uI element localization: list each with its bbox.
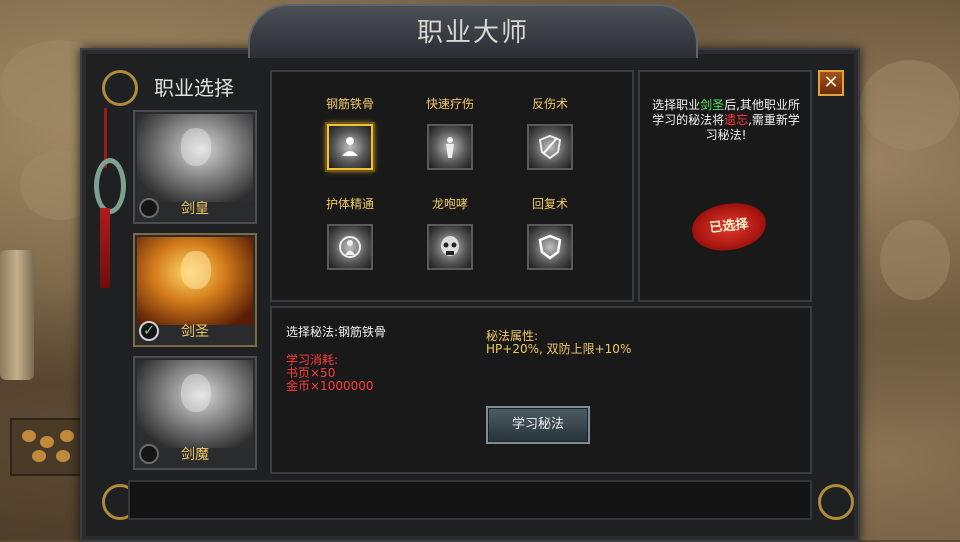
class-label: 剑圣 (181, 324, 209, 340)
skill-slot[interactable]: 钢筋铁骨 (300, 96, 400, 170)
skill-slot[interactable]: 快速疗伤 (400, 96, 500, 170)
close-button[interactable]: ✕ (818, 70, 844, 96)
hint-forget-word: 遗忘 (724, 113, 749, 127)
body-guard-icon[interactable] (327, 224, 373, 270)
class-card-jianmo[interactable]: 剑魔 (133, 356, 257, 470)
corner-ornament-bottom-right (818, 484, 854, 520)
class-portrait (137, 360, 253, 448)
healing-figure-icon[interactable] (427, 124, 473, 170)
class-change-hint: 选择职业剑圣后,其他职业所学习的秘法将遗忘,需重新学习秘法! (652, 98, 800, 143)
stone-column (0, 250, 34, 380)
reflect-shield-icon[interactable] (527, 124, 573, 170)
window-title: 职业大师 (416, 18, 529, 48)
skull-roar-icon[interactable] (427, 224, 473, 270)
class-portrait (137, 237, 253, 325)
hint-class-name: 剑圣 (700, 98, 725, 112)
class-label: 剑魔 (181, 447, 209, 463)
skill-name: 钢筋铁骨 (325, 97, 374, 111)
selected-skill-label: 选择秘法:钢筋铁骨 (286, 325, 387, 339)
hint-text: 选择职业 (652, 98, 701, 112)
class-portrait (137, 114, 253, 202)
class-selection-title: 职业选择 (154, 76, 234, 100)
attribute-value: HP+20%, 双防上限+10% (486, 342, 632, 356)
skill-slot[interactable]: 护体精通 (300, 196, 400, 270)
skill-name: 回复术 (531, 197, 568, 211)
skill-slot[interactable]: 回复术 (500, 196, 600, 270)
learn-skill-button[interactable]: 学习秘法 (486, 406, 590, 444)
cost-gold: 金币×1000000 (286, 379, 374, 393)
jade-tassel-decoration (94, 108, 126, 288)
skill-name: 反伤术 (531, 97, 568, 111)
meditation-icon[interactable] (327, 124, 373, 170)
skill-slot[interactable]: 龙咆哮 (400, 196, 500, 270)
skill-name: 护体精通 (325, 197, 374, 211)
class-card-jiansheng[interactable]: ✓ 剑圣 (133, 233, 257, 347)
skill-name: 龙咆哮 (431, 197, 468, 211)
window-title-plate: 职业大师 (248, 4, 698, 58)
bottom-bar (128, 480, 812, 520)
class-label: 剑皇 (181, 201, 209, 217)
skill-name: 快速疗伤 (425, 97, 474, 111)
skill-slot[interactable]: 反伤术 (500, 96, 600, 170)
class-card-jianhuang[interactable]: 剑皇 (133, 110, 257, 224)
shield-icon[interactable] (527, 224, 573, 270)
